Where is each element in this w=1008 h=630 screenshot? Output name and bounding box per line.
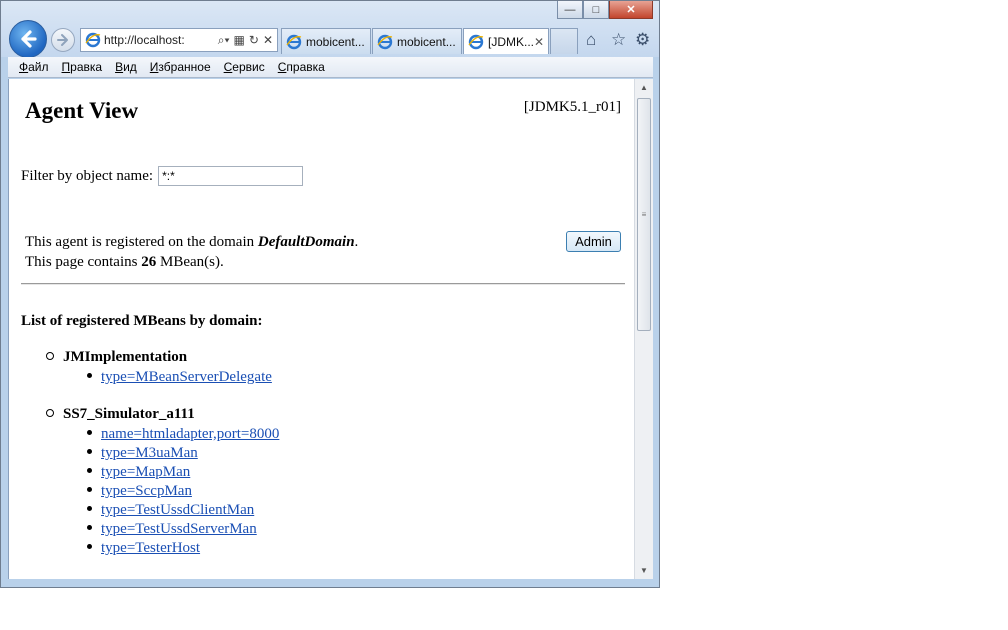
scroll-up-icon[interactable]: ▲: [635, 79, 653, 96]
address-url[interactable]: http://localhost:: [104, 33, 218, 47]
tab-label: mobicent...: [306, 34, 365, 49]
filter-row: Filter by object name:: [21, 166, 304, 186]
refresh-icon[interactable]: ↻: [249, 33, 259, 47]
mbean-link[interactable]: name=htmladapter,port=8000: [87, 426, 279, 443]
domain-name: DefaultDomain: [257, 234, 355, 250]
ie-icon: [377, 34, 393, 49]
tab-label: mobicent...: [397, 34, 456, 49]
disc-bullet-icon: [87, 449, 92, 455]
mbean-link[interactable]: type=MapMan: [87, 464, 190, 481]
menu-edit[interactable]: Правка: [62, 60, 103, 74]
tab-1[interactable]: mobicent...: [281, 28, 371, 54]
version-label: [JDMK5.1_r01]: [523, 99, 621, 115]
admin-button[interactable]: Admin: [566, 231, 621, 252]
mbean-link[interactable]: type=TestUssdServerMan: [87, 521, 257, 538]
vertical-scrollbar[interactable]: ▲ ≡ ▼: [634, 79, 653, 579]
close-window-button[interactable]: ✕: [609, 1, 653, 19]
ie-icon: [85, 32, 101, 48]
mbean-link[interactable]: type=M3uaMan: [87, 445, 198, 462]
back-button[interactable]: [9, 20, 47, 58]
favorites-star-icon[interactable]: ☆: [611, 30, 626, 50]
disc-bullet-icon: [87, 506, 92, 512]
menu-favorites[interactable]: Избранное: [150, 60, 211, 74]
mbean-link[interactable]: type=TesterHost: [87, 540, 200, 557]
scroll-down-icon[interactable]: ▼: [635, 562, 653, 579]
disc-bullet-icon: [87, 373, 92, 379]
registered-domain-text: This agent is registered on the domain D…: [25, 234, 359, 250]
list-heading: List of registered MBeans by domain:: [21, 313, 263, 329]
title-bar: — □ ✕ http://localhost: ⌕▾ ▦ ↻ ✕ mobicen…: [1, 1, 659, 58]
ie-icon: [468, 34, 484, 49]
new-tab-button[interactable]: [550, 28, 578, 54]
disc-bullet-icon: [87, 430, 92, 436]
home-icon[interactable]: ⌂: [586, 30, 596, 50]
back-arrow-icon: [21, 30, 37, 48]
disc-bullet-icon: [87, 468, 92, 474]
tab-label: [JDMK...: [488, 34, 535, 49]
browser-window: — □ ✕ http://localhost: ⌕▾ ▦ ↻ ✕ mobicen…: [0, 0, 660, 588]
menu-tools[interactable]: Сервис: [224, 60, 265, 74]
menu-view[interactable]: Вид: [115, 60, 137, 74]
scroll-thumb[interactable]: ≡: [637, 98, 651, 331]
mbean-link[interactable]: type=MBeanServerDelegate: [87, 369, 272, 386]
divider: [21, 283, 625, 285]
filter-label: Filter by object name:: [21, 167, 154, 184]
tab-2[interactable]: mobicent...: [372, 28, 462, 54]
circle-bullet-icon: [46, 351, 54, 360]
domain-item: SS7_Simulator_a111: [46, 406, 195, 423]
menu-file[interactable]: Файл: [19, 60, 49, 74]
disc-bullet-icon: [87, 525, 92, 531]
stop-icon[interactable]: ✕: [263, 33, 273, 47]
mbean-link[interactable]: type=SccpMan: [87, 483, 192, 500]
search-icon[interactable]: ⌕▾: [218, 33, 230, 48]
filter-input[interactable]: [158, 166, 304, 186]
gear-icon[interactable]: ⚙: [635, 30, 650, 50]
forward-arrow-icon: [57, 34, 68, 46]
page-content: Agent View [JDMK5.1_r01] Filter by objec…: [8, 79, 634, 579]
window-controls: — □ ✕: [557, 1, 653, 21]
page-title: Agent View: [25, 98, 139, 123]
address-bar[interactable]: http://localhost: ⌕▾ ▦ ↻ ✕: [80, 28, 278, 52]
disc-bullet-icon: [87, 544, 92, 550]
mbean-count: 26: [141, 254, 157, 270]
ie-icon: [286, 34, 302, 49]
maximize-button[interactable]: □: [583, 1, 609, 19]
tab-active[interactable]: [JDMK... ✕: [463, 28, 549, 54]
mbean-link[interactable]: type=TestUssdClientMan: [87, 502, 254, 519]
menu-help[interactable]: Справка: [278, 60, 325, 74]
domain-item: JMImplementation: [46, 349, 187, 366]
close-tab-icon[interactable]: ✕: [534, 35, 544, 49]
forward-button[interactable]: [51, 28, 75, 52]
circle-bullet-icon: [46, 408, 54, 417]
disc-bullet-icon: [87, 487, 92, 493]
mbean-count-text: This page contains 26 MBean(s).: [25, 254, 224, 270]
minimize-button[interactable]: —: [557, 1, 583, 19]
menu-bar: Файл Правка Вид Избранное Сервис Справка: [8, 57, 653, 78]
compat-view-icon[interactable]: ▦: [234, 33, 245, 47]
